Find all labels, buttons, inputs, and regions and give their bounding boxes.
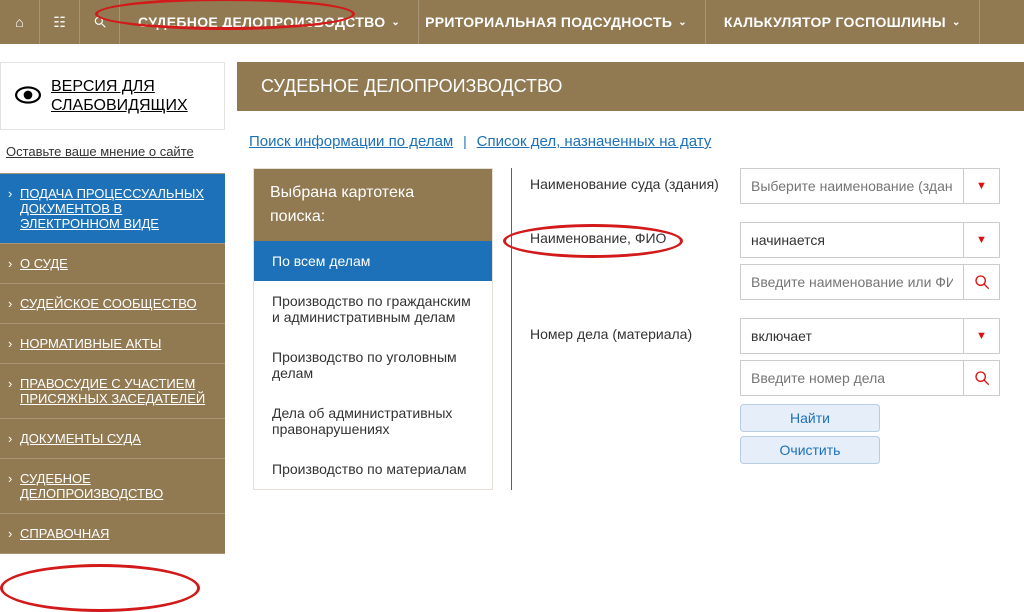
home-icon[interactable]: ⌂ bbox=[0, 0, 40, 44]
party-name-input-box bbox=[740, 264, 1000, 300]
case-match-mode-select[interactable]: включает bbox=[740, 318, 1000, 354]
sidebar-item-reference[interactable]: СПРАВОЧНАЯ bbox=[0, 513, 225, 554]
dropdown-arrow-icon[interactable] bbox=[963, 319, 999, 353]
case-number-input-box bbox=[740, 360, 1000, 396]
search-icon[interactable] bbox=[963, 265, 999, 299]
card-item-civil-admin[interactable]: Производство по гражданским и администра… bbox=[254, 281, 492, 337]
nav-territorial[interactable]: РРИТОРИАЛЬНАЯ ПОДСУДНОСТЬ ⌄ bbox=[419, 0, 706, 44]
sidebar-item-court-proceedings[interactable]: СУДЕБНОЕ ДЕЛОПРОИЗВОДСТВО bbox=[0, 458, 225, 513]
court-name-select[interactable] bbox=[740, 168, 1000, 204]
button-group: Найти Очистить bbox=[740, 404, 1000, 464]
left-column: ВЕРСИЯ ДЛЯ СЛАБОВИДЯЩИХ Оставьте ваше мн… bbox=[0, 44, 225, 554]
chevron-down-icon: ⌄ bbox=[678, 17, 687, 28]
accessibility-block[interactable]: ВЕРСИЯ ДЛЯ СЛАБОВИДЯЩИХ bbox=[0, 62, 225, 130]
page-title: СУДЕБНОЕ ДЕЛОПРОИЗВОДСТВО bbox=[237, 62, 1024, 111]
card-item-criminal[interactable]: Производство по уголовным делам bbox=[254, 337, 492, 393]
case-number-input[interactable] bbox=[741, 361, 963, 395]
field-court-name: Наименование суда (здания) bbox=[530, 168, 1000, 210]
party-match-mode-select[interactable]: начинается bbox=[740, 222, 1000, 258]
field-label: Номер дела (материала) bbox=[530, 318, 740, 342]
card-index-heading: Выбрана картотека поиска: bbox=[254, 169, 492, 241]
sitemap-icon[interactable]: ☷ bbox=[40, 0, 80, 44]
fields-column: Наименование суда (здания) Наименование,… bbox=[530, 168, 1024, 490]
vertical-divider bbox=[511, 168, 512, 490]
link-list-by-date[interactable]: Список дел, назначенных на дату bbox=[477, 133, 712, 150]
separator: | bbox=[463, 133, 467, 149]
nav-label: СУДЕБНОЕ ДЕЛОПРОИЗВОДСТВО bbox=[138, 14, 385, 30]
search-icon[interactable] bbox=[80, 0, 120, 44]
field-party-name: Наименование, ФИО начинается bbox=[530, 222, 1000, 306]
match-mode-value: начинается bbox=[741, 223, 963, 257]
main-content: СУДЕБНОЕ ДЕЛОПРОИЗВОДСТВО Поиск информац… bbox=[225, 44, 1024, 554]
card-item-materials[interactable]: Производство по материалам bbox=[254, 449, 492, 489]
top-nav: ⌂ ☷ СУДЕБНОЕ ДЕЛОПРОИЗВОДСТВО ⌄ РРИТОРИА… bbox=[0, 0, 1024, 44]
card-item-all-cases[interactable]: По всем делам bbox=[254, 241, 492, 281]
eye-icon bbox=[15, 84, 41, 109]
chevron-down-icon: ⌄ bbox=[391, 17, 400, 28]
nav-fee-calculator[interactable]: КАЛЬКУЛЯТОР ГОСПОШЛИНЫ ⌄ bbox=[706, 0, 980, 44]
sidebar-item-court-docs[interactable]: ДОКУМЕНТЫ СУДА bbox=[0, 418, 225, 458]
search-form: Выбрана картотека поиска: По всем делам … bbox=[225, 168, 1024, 490]
sidebar: ПОДАЧА ПРОЦЕССУАЛЬНЫХ ДОКУМЕНТОВ В ЭЛЕКТ… bbox=[0, 173, 225, 554]
dropdown-arrow-icon[interactable] bbox=[963, 169, 999, 203]
nav-label: РРИТОРИАЛЬНАЯ ПОДСУДНОСТЬ bbox=[425, 14, 672, 30]
link-search-cases[interactable]: Поиск информации по делам bbox=[249, 133, 453, 150]
card-index-list: По всем делам Производство по граждански… bbox=[254, 241, 492, 489]
sidebar-item-e-filing[interactable]: ПОДАЧА ПРОЦЕССУАЛЬНЫХ ДОКУМЕНТОВ В ЭЛЕКТ… bbox=[0, 173, 225, 243]
court-name-input[interactable] bbox=[741, 169, 963, 203]
field-label: Наименование, ФИО bbox=[530, 222, 740, 246]
chevron-down-icon: ⌄ bbox=[952, 17, 961, 28]
party-name-input[interactable] bbox=[741, 265, 963, 299]
sidebar-item-regulations[interactable]: НОРМАТИВНЫЕ АКТЫ bbox=[0, 323, 225, 363]
sidebar-item-judicial-community[interactable]: СУДЕЙСКОЕ СООБЩЕСТВО bbox=[0, 283, 225, 323]
sidebar-item-about-court[interactable]: О СУДЕ bbox=[0, 243, 225, 283]
sidebar-item-jury[interactable]: ПРАВОСУДИЕ С УЧАСТИЕМ ПРИСЯЖНЫХ ЗАСЕДАТЕ… bbox=[0, 363, 225, 418]
search-icon[interactable] bbox=[963, 361, 999, 395]
card-index-panel: Выбрана картотека поиска: По всем делам … bbox=[253, 168, 493, 490]
nav-court-proceedings[interactable]: СУДЕБНОЕ ДЕЛОПРОИЗВОДСТВО ⌄ bbox=[120, 0, 419, 44]
dropdown-arrow-icon[interactable] bbox=[963, 223, 999, 257]
field-label: Наименование суда (здания) bbox=[530, 168, 740, 192]
field-case-number: Номер дела (материала) включает bbox=[530, 318, 1000, 468]
clear-button[interactable]: Очистить bbox=[740, 436, 880, 464]
find-button[interactable]: Найти bbox=[740, 404, 880, 432]
match-mode-value: включает bbox=[741, 319, 963, 353]
nav-label: КАЛЬКУЛЯТОР ГОСПОШЛИНЫ bbox=[724, 14, 946, 30]
feedback-link[interactable]: Оставьте ваше мнение о сайте bbox=[6, 144, 194, 159]
card-item-admin-offences[interactable]: Дела об административных правонарушениях bbox=[254, 393, 492, 449]
links-row: Поиск информации по делам | Список дел, … bbox=[225, 111, 1024, 168]
accessibility-link[interactable]: ВЕРСИЯ ДЛЯ СЛАБОВИДЯЩИХ bbox=[51, 77, 188, 115]
